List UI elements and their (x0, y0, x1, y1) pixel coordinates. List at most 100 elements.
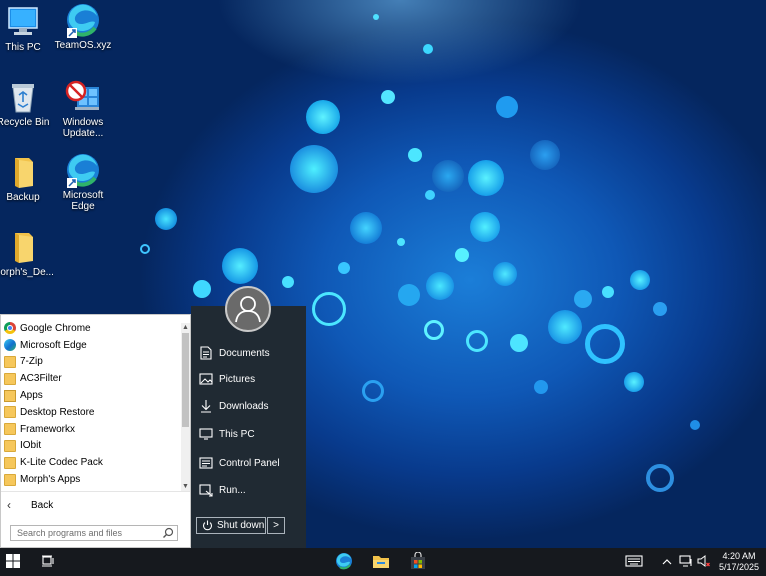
picture-icon (199, 372, 213, 386)
chevron-up-icon (662, 555, 672, 569)
bokeh-light (408, 148, 422, 162)
bokeh-light (468, 160, 504, 196)
network-button[interactable] (677, 548, 695, 576)
places-label: Run... (219, 484, 246, 496)
program-label: Microsoft Edge (20, 339, 87, 351)
chevron-down-icon[interactable]: ▼ (181, 482, 190, 491)
start-menu-places-panel: Documents Pictures Downloads This PC Con… (191, 286, 306, 548)
folder-icon (4, 473, 16, 486)
taskbar: 4:20 AM 5/17/2025 (0, 548, 766, 576)
places-label: This PC (219, 428, 255, 440)
desktop-icon-label: TeamOS.xyz (54, 40, 112, 51)
run-icon (199, 483, 213, 497)
bokeh-light (585, 324, 625, 364)
scrollbar-thumb[interactable] (182, 333, 189, 427)
bokeh-light (455, 248, 469, 262)
folder-icon (4, 355, 16, 368)
program-item[interactable]: AC3Filter (1, 370, 181, 387)
chevron-up-icon[interactable]: ▲ (181, 323, 190, 332)
bokeh-light (362, 380, 384, 402)
folder-icon (4, 406, 16, 419)
bokeh-light (426, 272, 454, 300)
bokeh-light (466, 330, 488, 352)
volume-button[interactable] (695, 548, 713, 576)
bokeh-light (306, 100, 340, 134)
program-item[interactable]: K-Lite Codec Pack (1, 454, 181, 471)
bokeh-light (373, 14, 379, 20)
program-item[interactable]: Frameworkx (1, 421, 181, 438)
places-pictures[interactable]: Pictures (199, 370, 299, 388)
program-item[interactable]: Google Chrome (1, 320, 181, 337)
windows-update-icon (65, 79, 101, 115)
programs-scrollbar[interactable]: ▲ ▼ (181, 323, 190, 491)
places-downloads[interactable]: Downloads (199, 397, 299, 415)
folder-icon (5, 229, 41, 265)
places-documents[interactable]: Documents (199, 344, 299, 362)
program-item[interactable]: 7-Zip (1, 354, 181, 371)
bokeh-light (397, 238, 405, 246)
taskbar-edge[interactable] (330, 548, 358, 576)
taskbar-clock[interactable]: 4:20 AM 5/17/2025 (714, 551, 764, 573)
desktop-icon-this-pc[interactable]: This PC (0, 4, 56, 53)
shut-down-button[interactable]: Shut down (196, 517, 266, 534)
program-label: Desktop Restore (20, 406, 95, 418)
bokeh-light (602, 286, 614, 298)
program-item[interactable]: Apps (1, 387, 181, 404)
bokeh-light (338, 262, 350, 274)
places-run[interactable]: Run... (199, 481, 299, 499)
task-view-button[interactable] (36, 548, 60, 576)
bokeh-light (312, 292, 346, 326)
bokeh-light (690, 420, 700, 430)
program-item[interactable]: Morph's Apps (1, 471, 181, 488)
show-hidden-icons-button[interactable] (659, 548, 675, 576)
bokeh-light (530, 140, 560, 170)
desktop-icon-microsoft-edge[interactable]: Microsoft Edge (50, 152, 116, 212)
edge-icon (65, 2, 101, 38)
bokeh-light (630, 270, 650, 290)
taskbar-keyboard[interactable] (622, 548, 646, 576)
clock-date: 5/17/2025 (718, 562, 760, 572)
shut-down-options-button[interactable]: > (267, 517, 285, 534)
start-menu-programs-panel: Google Chrome Microsoft Edge 7-Zip AC3Fi… (0, 314, 191, 548)
windows-logo-icon (6, 553, 20, 571)
desktop-icon-recycle-bin[interactable]: Recycle Bin (0, 79, 56, 128)
desktop-icon-label: This PC (5, 42, 41, 53)
back-button[interactable]: ‹ Back (1, 491, 190, 518)
monitor-icon (199, 427, 213, 441)
places-label: Control Panel (219, 457, 280, 469)
taskbar-store[interactable] (404, 548, 432, 576)
desktop-icon-label: Backup (6, 192, 40, 203)
search-icon[interactable] (162, 527, 174, 539)
bokeh-light (574, 290, 592, 308)
bokeh-light (282, 276, 294, 288)
programs-list: Google Chrome Microsoft Edge 7-Zip AC3Fi… (1, 320, 181, 492)
program-item[interactable]: Desktop Restore (1, 404, 181, 421)
folder-icon (4, 372, 16, 385)
desktop-icon-morphs-desktop[interactable]: Morph's_De... (0, 229, 56, 278)
bokeh-light (653, 302, 667, 316)
chevron-left-icon: ‹ (7, 498, 11, 512)
download-icon (199, 399, 213, 413)
program-item[interactable]: Microsoft Edge (1, 337, 181, 354)
bokeh-light (470, 212, 500, 242)
places-this-pc[interactable]: This PC (199, 425, 299, 443)
folder-icon (5, 154, 41, 190)
bokeh-light (424, 320, 444, 340)
recycle-bin-icon (5, 79, 41, 115)
start-button[interactable] (0, 548, 26, 576)
bokeh-light (432, 160, 464, 192)
user-avatar[interactable] (225, 286, 271, 332)
search-input[interactable] (11, 528, 162, 538)
search-box[interactable] (10, 525, 178, 541)
edge-icon (335, 552, 353, 573)
desktop-icon-teamos[interactable]: TeamOS.xyz (50, 2, 116, 51)
taskbar-file-explorer[interactable] (367, 548, 395, 576)
program-item[interactable]: IObit (1, 438, 181, 455)
bokeh-light (140, 244, 150, 254)
program-label: Google Chrome (20, 322, 91, 334)
places-control-panel[interactable]: Control Panel (199, 454, 299, 472)
places-label: Downloads (219, 400, 269, 412)
desktop-icon-backup[interactable]: Backup (0, 154, 56, 203)
desktop-icon-windows-update[interactable]: Windows Update... (50, 79, 116, 139)
desktop-icon-label: Windows Update... (62, 117, 104, 139)
